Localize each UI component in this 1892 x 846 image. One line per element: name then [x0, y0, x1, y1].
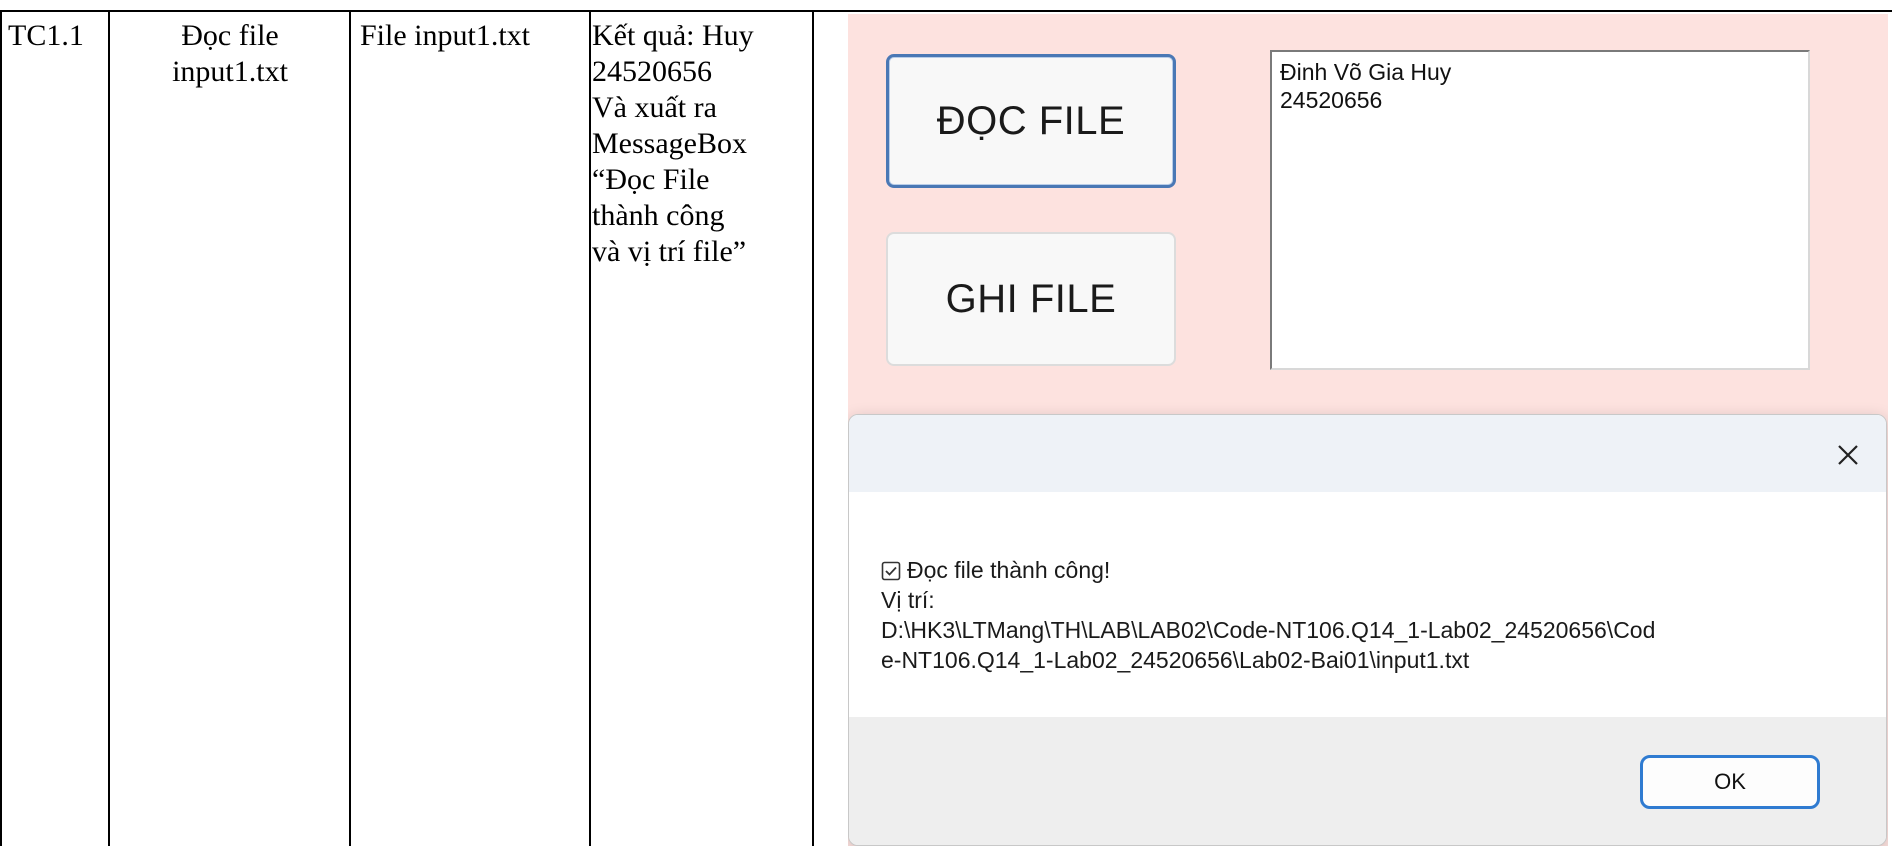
message-box-body: Đọc file thành công! Vị trí: D:\HK3\LTMa… [881, 555, 1846, 675]
message-box-titlebar [849, 415, 1886, 492]
content-textbox[interactable]: Đinh Võ Gia Huy 24520656 [1270, 50, 1810, 370]
table-divider-2 [349, 12, 351, 846]
close-icon[interactable] [1828, 435, 1868, 475]
message-line: Đọc file thành công! [881, 555, 1846, 585]
message-text: Đọc file thành công! [907, 557, 1111, 583]
read-file-button[interactable]: ĐỌC FILE [886, 54, 1176, 188]
location-label: Vị trí: [881, 587, 935, 613]
textbox-line-id: 24520656 [1280, 87, 1383, 113]
checkbox-icon [881, 561, 901, 581]
table-divider-4 [812, 12, 814, 846]
path-line-1: D:\HK3\LTMang\TH\LAB\LAB02\Code-NT106.Q1… [881, 617, 1656, 643]
textbox-line-name: Đinh Võ Gia Huy [1280, 59, 1452, 85]
table-border-left [0, 12, 2, 846]
message-box: Đọc file thành công! Vị trí: D:\HK3\LTMa… [848, 414, 1887, 846]
table-top-border [0, 10, 1892, 12]
test-case-description: Đọc file input1.txt [172, 19, 288, 88]
message-box-footer: OK [849, 717, 1886, 845]
app-screenshot: ĐỌC FILE GHI FILE Đinh Võ Gia Huy 245206… [848, 14, 1888, 846]
table-divider-1 [108, 12, 110, 846]
test-case-id: TC1.1 [8, 19, 84, 52]
test-case-expected: Kết quả: Huy 24520656 Và xuất ra Message… [592, 19, 754, 268]
test-case-input: File input1.txt [360, 19, 531, 52]
write-file-button[interactable]: GHI FILE [886, 232, 1176, 366]
ok-button[interactable]: OK [1640, 755, 1820, 809]
path-line-2: e-NT106.Q14_1-Lab02_24520656\Lab02-Bai01… [881, 647, 1470, 673]
table-divider-3 [589, 12, 591, 846]
